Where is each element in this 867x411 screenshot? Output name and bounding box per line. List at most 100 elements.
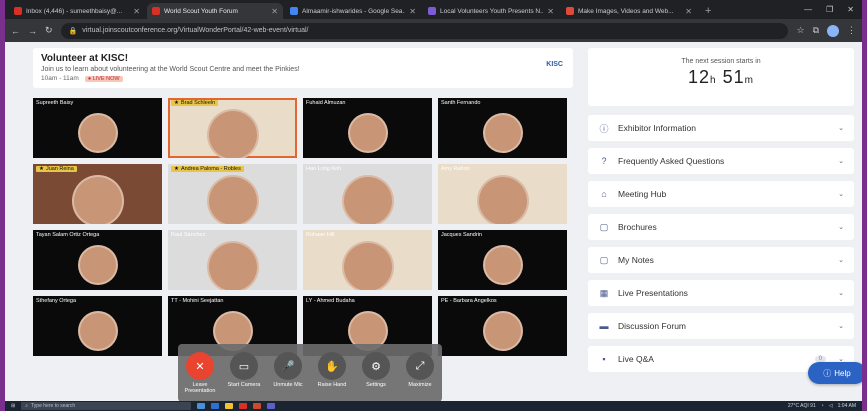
file-explorer-icon[interactable] <box>225 403 234 409</box>
maximize-icon: ⤢ <box>406 352 434 380</box>
gear-button[interactable]: ⚙ Settings <box>356 352 396 388</box>
forward-icon[interactable]: → <box>28 26 37 36</box>
browser-tab[interactable]: World Scout Youth Forum ✕ <box>147 3 283 19</box>
sidebar-item-discussion-forum[interactable]: ▬ Discussion Forum ⌄ <box>588 313 854 339</box>
info-icon: ⓘ <box>599 123 609 134</box>
sidebar-item-my-notes[interactable]: ▢ My Notes ⌄ <box>588 247 854 273</box>
participant-name-text: Santh Fernando <box>441 100 481 106</box>
tab-close-icon[interactable]: ✕ <box>409 7 416 16</box>
sidebar-item-exhibitor-information[interactable]: ⓘ Exhibitor Information ⌄ <box>588 115 854 141</box>
participant-tile[interactable]: Fuhaid Almuzan <box>303 98 432 158</box>
browser-tab[interactable]: Local Volunteers Youth Presents N... ✕ <box>423 3 559 19</box>
browser-menu-icon[interactable]: ⋮ <box>847 25 856 36</box>
participant-name-text: Jacques Sandrin <box>441 232 482 238</box>
back-icon[interactable]: ← <box>11 26 20 36</box>
participant-video <box>71 175 124 224</box>
taskbar-search[interactable]: ⌕ Type here to search <box>21 402 192 410</box>
browser-tab[interactable]: Inbox (4,446) - sumeethbaisy@... ✕ <box>9 3 145 19</box>
sidebar-item-brochures[interactable]: ▢ Brochures ⌄ <box>588 214 854 240</box>
participant-tile[interactable]: Han Long Koh <box>303 164 432 224</box>
weather-text[interactable]: 27°C AQI 91 <box>788 403 816 409</box>
participant-tile[interactable]: PE - Barbara Angelkos <box>438 296 567 356</box>
participant-name: PE - Barbara Angelkos <box>441 298 497 304</box>
reload-icon[interactable]: ↻ <box>45 25 53 36</box>
task-view-icon[interactable] <box>197 403 206 409</box>
participant-tile[interactable]: ★ Juan Reina <box>33 164 162 224</box>
tab-close-icon[interactable]: ✕ <box>685 7 692 16</box>
wifi-icon[interactable]: ◔ <box>821 403 824 409</box>
windows-taskbar: ⊞ ⌕ Type here to search 27°C AQI 91 ◔ ◁ … <box>5 401 862 411</box>
tab-close-icon[interactable]: ✕ <box>271 7 278 16</box>
participant-name: Raul Sánchez <box>171 232 205 238</box>
restore-icon[interactable]: ❐ <box>826 5 833 14</box>
question-icon: ? <box>601 156 607 166</box>
brochure-icon: ▢ <box>599 221 609 232</box>
participant-tile[interactable]: ★ Andrea Paloma - Robles <box>168 164 297 224</box>
participant-tile[interactable]: Santh Fernando <box>438 98 567 158</box>
browser-tab[interactable]: Make Images, Videos and Web... ✕ <box>561 3 697 19</box>
extensions-icon[interactable]: ⧉ <box>813 25 819 36</box>
url-field[interactable]: 🔒 virtual.joinscoutconference.org/Virtua… <box>60 22 789 39</box>
participant-tile[interactable]: Supreeth Baisy <box>33 98 162 158</box>
edge-icon[interactable] <box>211 403 220 409</box>
browser-tab[interactable]: Almaamir-ishwarides - Google Sea... ✕ <box>285 3 421 19</box>
participant-video <box>77 310 118 351</box>
session-banner: Volunteer at KISC! Join us to learn abou… <box>33 48 573 88</box>
camera-button[interactable]: ▭ Start Camera <box>224 352 264 388</box>
mic-off-button[interactable]: 🎤 Unmute Mic <box>268 352 308 388</box>
volume-icon[interactable]: ◁ <box>829 403 833 409</box>
windows-start-icon[interactable]: ⊞ <box>11 403 15 409</box>
participant-tile[interactable]: Raul Sánchez <box>168 230 297 290</box>
session-time: 10am - 11am <box>41 75 79 82</box>
help-button[interactable]: ⓘ Help <box>808 362 862 384</box>
lock-icon: 🔒 <box>68 27 78 35</box>
sidebar-item-meeting-hub[interactable]: ⌂ Meeting Hub ⌄ <box>588 181 854 207</box>
participant-tile[interactable]: Sthefany Ortega <box>33 296 162 356</box>
new-tab-button[interactable]: + <box>699 3 717 19</box>
participant-name: Tayan Salam Ortiz Ortega <box>36 232 99 238</box>
teams-icon[interactable] <box>267 403 276 409</box>
countdown-minutes: 51 <box>722 67 745 87</box>
participant-tile[interactable]: Amy Rahoo <box>438 164 567 224</box>
participant-name-text: Juan Reina <box>45 166 74 172</box>
sidebar-item-live-presentations[interactable]: ▦ Live Presentations ⌄ <box>588 280 854 306</box>
participant-video <box>341 241 394 290</box>
participant-video <box>476 175 529 224</box>
close-window-icon[interactable]: ✕ <box>847 5 854 14</box>
kisc-logo: KISC <box>546 61 563 68</box>
participant-tile[interactable]: Rohaan Hill <box>303 230 432 290</box>
sidebar-item-frequently-asked-questions[interactable]: ? Frequently Asked Questions ⌄ <box>588 148 854 174</box>
chevron-down-icon: ⌄ <box>838 257 844 264</box>
sidebar-item-label: Meeting Hub <box>618 189 667 199</box>
camera-icon: ▭ <box>230 352 258 380</box>
close-button[interactable]: ✕ Leave Presentation <box>180 352 220 394</box>
banner-time-row: 10am - 11am ● LIVE NOW <box>41 75 565 82</box>
office-icon[interactable] <box>253 403 262 409</box>
live-badge: ● LIVE NOW <box>84 75 123 82</box>
taskbar-search-placeholder: Type here to search <box>31 403 76 409</box>
participant-name-text: Brad Schleeln <box>180 100 216 106</box>
participant-name: Fuhaid Almuzan <box>306 100 345 106</box>
minimize-icon[interactable]: — <box>804 5 812 14</box>
tab-close-icon[interactable]: ✕ <box>133 7 140 16</box>
chrome-icon[interactable] <box>239 403 248 409</box>
participant-video <box>482 244 523 285</box>
clock-text[interactable]: 1:04 AM <box>838 403 856 409</box>
profile-avatar[interactable] <box>827 24 839 37</box>
countdown-hours: 12 <box>688 67 711 87</box>
bookmark-star-icon[interactable]: ☆ <box>796 25 804 36</box>
participant-name: ★ Andrea Paloma - Robles <box>171 166 244 172</box>
tab-favicon-icon <box>428 7 436 15</box>
tab-close-icon[interactable]: ✕ <box>547 7 554 16</box>
participant-tile[interactable]: ★ Brad Schleeln <box>168 98 297 158</box>
next-session-countdown: The next session starts in 12h 51m <box>588 48 854 106</box>
participant-tile[interactable]: Jacques Sandrin <box>438 230 567 290</box>
qa-icon: ▪ <box>602 354 606 364</box>
participant-tile[interactable]: Tayan Salam Ortiz Ortega <box>33 230 162 290</box>
hand-button[interactable]: ✋ Raise Hand <box>312 352 352 388</box>
participant-video <box>206 175 259 224</box>
maximize-button[interactable]: ⤢ Maximize <box>400 352 440 388</box>
participant-name: Santh Fernando <box>441 100 480 106</box>
control-label: Settings <box>366 382 386 388</box>
help-icon: ⓘ <box>823 368 832 378</box>
